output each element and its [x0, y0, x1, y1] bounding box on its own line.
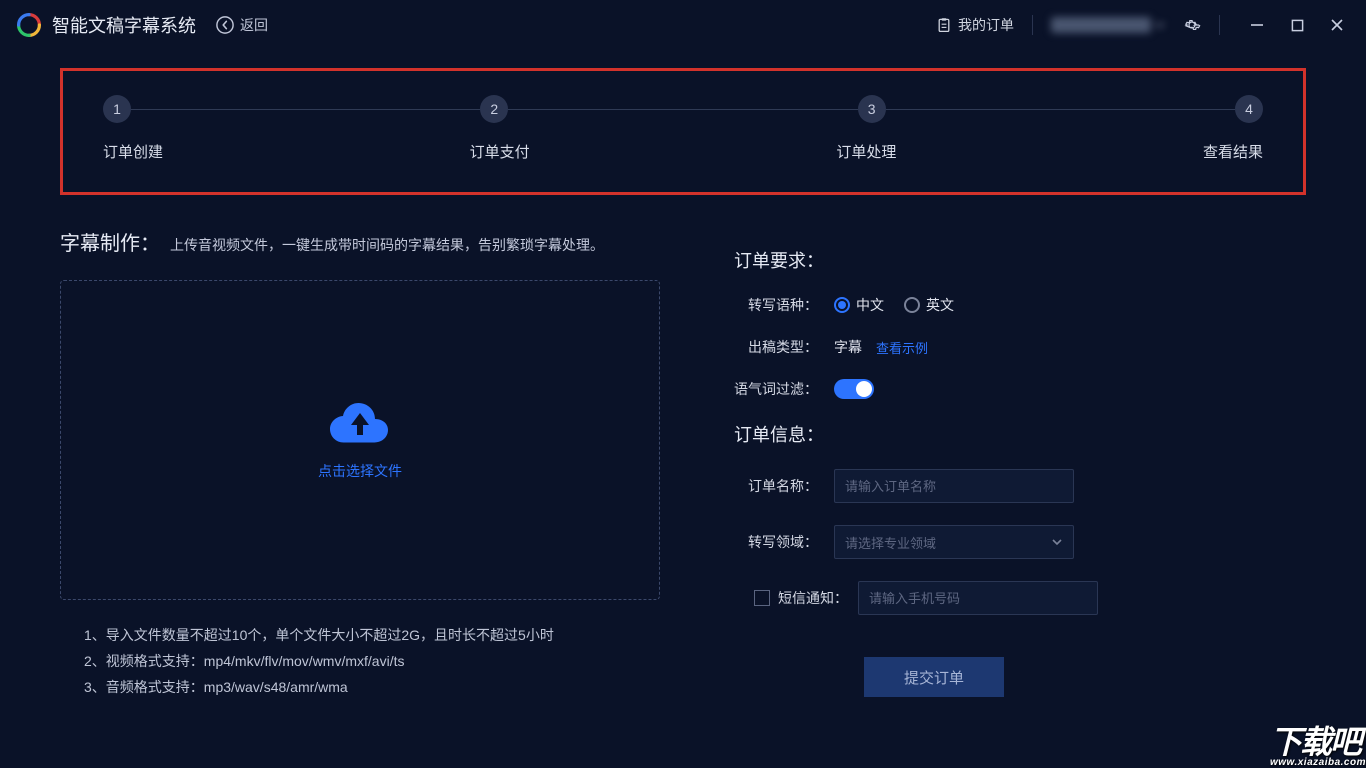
step-3-label: 订单处理 [836, 141, 896, 162]
language-label: 转写语种： [734, 295, 834, 315]
domain-label: 转写领域： [734, 532, 834, 552]
subtitle-description: 上传音视频文件，一键生成带时间码的字幕结果，告别繁琐字幕处理。 [170, 235, 604, 255]
radio-icon [904, 297, 920, 313]
order-name-label: 订单名称： [734, 476, 834, 496]
back-icon [216, 16, 234, 34]
back-label: 返回 [240, 15, 268, 35]
language-chinese-label: 中文 [856, 295, 884, 315]
minimize-button[interactable] [1248, 16, 1266, 34]
tip-3: 3、音频格式支持：mp3/wav/s48/amr/wma [84, 674, 660, 700]
radio-icon [834, 297, 850, 313]
watermark-url: www.xiazaiba.com [1270, 758, 1366, 768]
submit-order-button[interactable]: 提交订单 [864, 657, 1004, 697]
divider [1219, 15, 1220, 35]
watermark: 下载吧 www.xiazaiba.com [1270, 726, 1366, 768]
chevron-down-icon [1051, 536, 1063, 548]
order-requirements-title: 订单要求： [734, 247, 1286, 273]
step-connector [131, 109, 480, 110]
progress-stepper: 1 2 3 4 订单创建 订单支付 订单处理 查看结果 [60, 68, 1306, 195]
subtitle-panel: 字幕制作： 上传音视频文件，一键生成带时间码的字幕结果，告别繁琐字幕处理。 点击… [60, 227, 660, 717]
tip-2: 2、视频格式支持：mp4/mkv/flv/mov/wmv/mxf/avi/ts [84, 648, 660, 674]
step-1-label: 订单创建 [103, 141, 163, 162]
settings-button[interactable] [1183, 16, 1201, 34]
close-icon [1330, 18, 1344, 32]
clipboard-icon [936, 17, 952, 33]
language-english-label: 英文 [926, 295, 954, 315]
upload-tips: 1、导入文件数量不超过10个，单个文件大小不超过2G，且时长不超过5小时 2、视… [60, 622, 660, 700]
step-connector [508, 109, 857, 110]
language-radio-english[interactable]: 英文 [904, 295, 954, 315]
step-4-label: 查看结果 [1203, 141, 1263, 162]
user-menu[interactable] [1051, 17, 1165, 33]
step-4-node: 4 [1235, 95, 1263, 123]
step-2-label: 订单支付 [470, 141, 530, 162]
close-button[interactable] [1328, 16, 1346, 34]
upload-label[interactable]: 点击选择文件 [318, 461, 402, 481]
step-1-node: 1 [103, 95, 131, 123]
cloud-upload-icon [330, 399, 390, 447]
sms-label: 短信通知： [778, 588, 858, 608]
order-panel: 订单要求： 转写语种： 中文 英文 出稿类型： 字幕 查看示例 语气词过滤： [684, 227, 1306, 717]
watermark-text: 下载吧 [1270, 724, 1360, 760]
subtitle-heading: 字幕制作： [60, 227, 160, 256]
step-2-node: 2 [480, 95, 508, 123]
app-title: 智能文稿字幕系统 [52, 12, 196, 38]
my-orders-button[interactable]: 我的订单 [936, 15, 1014, 35]
divider [1032, 15, 1033, 35]
domain-placeholder: 请选择专业领域 [845, 533, 936, 552]
output-type-value: 字幕 [834, 337, 862, 357]
language-radio-chinese[interactable]: 中文 [834, 295, 884, 315]
filler-filter-label: 语气词过滤： [734, 379, 834, 399]
order-name-input[interactable] [834, 469, 1074, 503]
maximize-button[interactable] [1288, 16, 1306, 34]
step-connector [886, 109, 1235, 110]
my-orders-label: 我的订单 [958, 15, 1014, 35]
output-type-label: 出稿类型： [734, 337, 834, 357]
domain-select[interactable]: 请选择专业领域 [834, 525, 1074, 559]
order-info-title: 订单信息： [734, 421, 1286, 447]
minimize-icon [1250, 18, 1264, 32]
upload-dropzone[interactable]: 点击选择文件 [60, 280, 660, 600]
titlebar: 智能文稿字幕系统 返回 我的订单 [0, 0, 1366, 50]
view-example-link[interactable]: 查看示例 [876, 338, 928, 357]
step-3-node: 3 [858, 95, 886, 123]
maximize-icon [1291, 19, 1304, 32]
sms-checkbox[interactable] [754, 590, 770, 606]
back-button[interactable]: 返回 [216, 15, 268, 35]
filler-filter-toggle[interactable] [834, 379, 874, 399]
app-logo-icon [16, 12, 42, 38]
tip-1: 1、导入文件数量不超过10个，单个文件大小不超过2G，且时长不超过5小时 [84, 622, 660, 648]
gear-icon [1183, 16, 1201, 34]
sms-phone-input[interactable] [858, 581, 1098, 615]
